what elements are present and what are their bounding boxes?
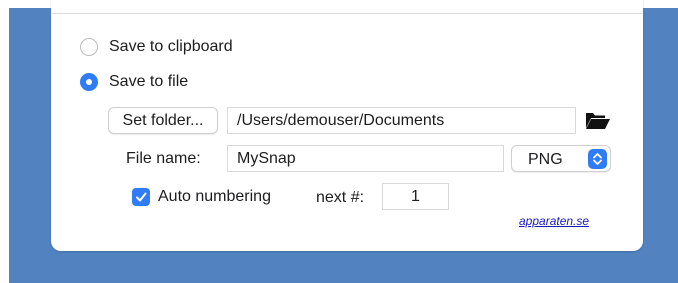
next-number-label: next #: [316,189,365,206]
auto-numbering-label: Auto numbering [158,188,271,205]
save-to-file-radio[interactable] [80,73,98,91]
panel-divider [52,13,642,14]
file-name-label: File name: [126,150,201,167]
checkmark-icon [136,192,147,202]
next-number-input[interactable]: 1 [382,183,449,210]
chevron-up-down-icon [588,149,607,169]
save-to-clipboard-radio[interactable] [80,38,98,56]
website-link[interactable]: apparaten.se [519,214,589,228]
auto-numbering-checkbox[interactable] [132,188,150,206]
save-to-file-label: Save to file [109,73,189,90]
save-to-clipboard-label: Save to clipboard [109,38,233,55]
format-select[interactable]: PNG [511,145,611,172]
format-select-value: PNG [528,151,563,168]
save-to-clipboard-option[interactable]: Save to clipboard [80,36,233,58]
set-folder-button[interactable]: Set folder... [108,107,218,134]
folder-path-field[interactable]: /Users/demouser/Documents [227,107,576,134]
folder-open-icon[interactable] [585,111,611,131]
save-to-file-option[interactable]: Save to file [80,71,188,93]
file-name-input[interactable]: MySnap [227,145,504,172]
